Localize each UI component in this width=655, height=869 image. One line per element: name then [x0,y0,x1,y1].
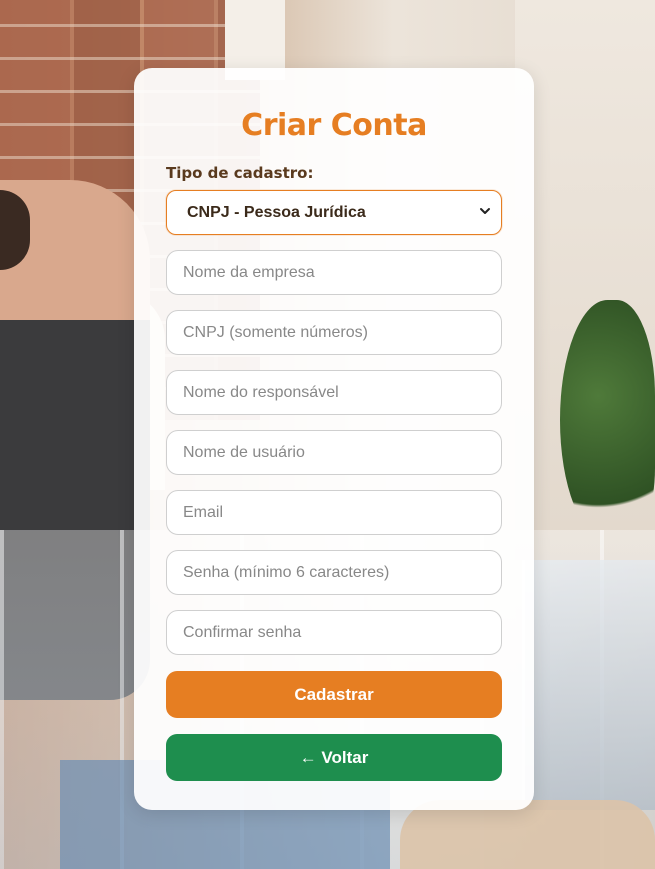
submit-button[interactable]: Cadastrar [166,671,502,718]
email-input[interactable]: Email [166,490,502,535]
email-placeholder: Email [183,504,224,521]
responsible-name-input[interactable]: Nome do responsável [166,370,502,415]
back-button[interactable]: ← Voltar [166,734,502,781]
password-input[interactable]: Senha (mínimo 6 caracteres) [166,550,502,595]
account-type-select[interactable]: CNPJ - Pessoa Jurídica [166,190,502,235]
cnpj-input[interactable]: CNPJ (somente números) [166,310,502,355]
plastic-box [522,560,655,810]
confirm-password-input[interactable]: Confirmar senha [166,610,502,655]
account-type-selected-value: CNPJ - Pessoa Jurídica [187,204,366,221]
page-title: Criar Conta [241,108,427,143]
password-placeholder: Senha (mínimo 6 caracteres) [183,564,390,581]
cnpj-placeholder: CNPJ (somente números) [183,324,368,341]
chevron-down-icon [480,208,490,214]
responsible-name-placeholder: Nome do responsável [183,384,339,401]
register-card: Criar Conta Tipo de cadastro: CNPJ - Pes… [134,68,534,810]
plant [560,300,655,540]
company-name-input[interactable]: Nome da empresa [166,250,502,295]
username-input[interactable]: Nome de usuário [166,430,502,475]
confirm-password-placeholder: Confirmar senha [183,624,302,641]
bread-bag [400,800,655,869]
company-name-placeholder: Nome da empresa [183,264,315,281]
account-type-label: Tipo de cadastro: [166,164,314,182]
username-placeholder: Nome de usuário [183,444,305,461]
